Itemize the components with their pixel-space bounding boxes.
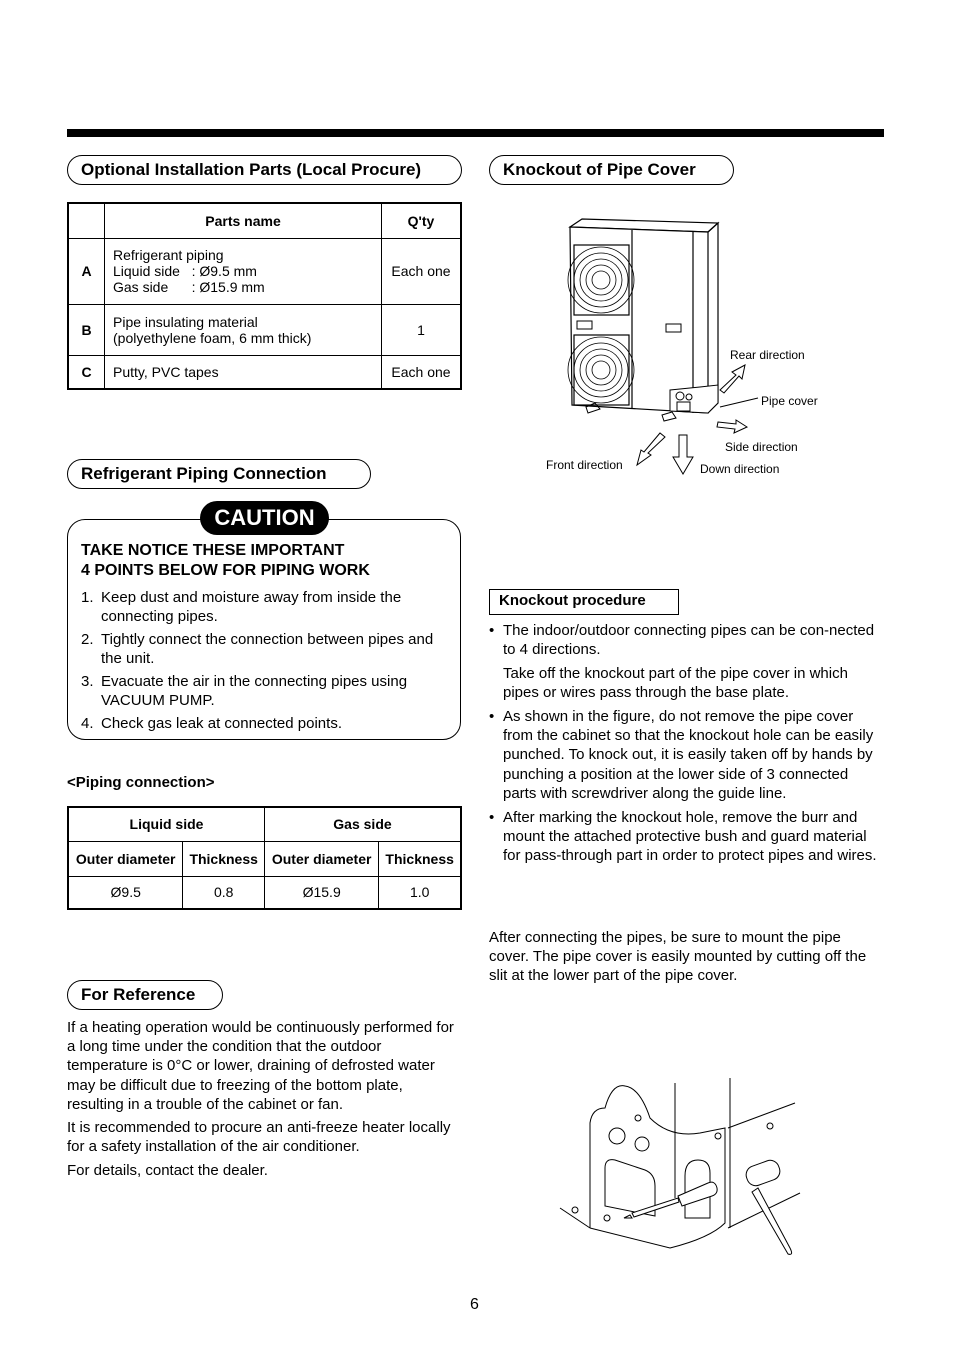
table-header-row: Parts name Q'ty [67, 202, 462, 239]
reference-paragraph: If a heating operation would be continuo… [67, 1019, 454, 1113]
header-qty: Q'ty [381, 202, 462, 239]
header-parts-name: Parts name [104, 202, 382, 239]
row-name: Putty, PVC tapes [104, 354, 382, 390]
optional-parts-heading: Optional Installation Parts (Local Procu… [67, 155, 462, 185]
piping-connection-heading: <Piping connection> [67, 774, 215, 791]
value-cell: 1.0 [378, 875, 462, 910]
table-row: Ø9.5 0.8 Ø15.9 1.0 [67, 875, 462, 910]
group-header-liquid: Liquid side [67, 806, 265, 842]
knockout-procedure-heading: Knockout procedure [489, 589, 679, 615]
after-connection-note: After connecting the pipes, be sure to m… [489, 929, 867, 985]
rear-direction-arrow [719, 364, 746, 394]
bullet-paragraph: As shown in the figure, do not remove th… [503, 707, 874, 803]
group-header-row: Liquid side Gas side [67, 806, 462, 842]
list-item: • As shown in the figure, do not remove … [489, 707, 884, 804]
row-qty: Each one [381, 354, 462, 390]
row-label: A [67, 237, 105, 305]
step-text: Tightly connect the connection between p… [101, 631, 434, 667]
piping-connection-table: Liquid side Gas side Outer diameter Thic… [67, 806, 462, 910]
name-line: Liquid side : Ø9.5 mm [113, 263, 257, 279]
knockout-procedure-list: • The indoor/outdoor connecting pipes ca… [489, 621, 884, 870]
value-cell: 0.8 [182, 875, 265, 910]
caution-heading-line: 4 POINTS BELOW FOR PIPING WORK [81, 562, 370, 579]
name-line: Refrigerant piping [113, 247, 224, 263]
front-direction-arrow [636, 432, 666, 467]
step-number: 2. [81, 631, 94, 648]
bullet-paragraph: Take off the knockout part of the pipe c… [503, 664, 848, 702]
hammer-icon [745, 1159, 793, 1255]
step-number: 3. [81, 673, 94, 690]
caution-badge: CAUTION [200, 501, 329, 535]
label-side-direction: Side direction [725, 440, 798, 454]
name-line: Gas side : Ø15.9 mm [113, 279, 265, 295]
row-qty: Each one [381, 237, 462, 305]
knockout-illustration [559, 1078, 801, 1255]
row-label: C [67, 354, 105, 390]
step-text: Check gas leak at connected points. [101, 715, 342, 732]
caution-step: 4. Check gas leak at connected points. [81, 714, 451, 733]
reference-paragraph: It is recommended to procure an anti-fre… [67, 1119, 451, 1156]
caution-step: 1. Keep dust and moisture away from insid… [81, 588, 451, 626]
screwdriver-icon [623, 1181, 718, 1219]
caution-step: 3. Evacuate the air in the connecting pip… [81, 672, 451, 710]
name-line: (polyethylene foam, 6 mm thick) [113, 329, 312, 346]
knockout-heading: Knockout of Pipe Cover [489, 155, 734, 185]
row-name: Pipe insulating material (polyethylene f… [104, 303, 382, 356]
header-rule [67, 129, 884, 137]
bullet-icon: • [489, 622, 495, 639]
label-front-direction: Front direction [546, 458, 623, 472]
optional-parts-table: Parts name Q'ty A Refrigerant piping Liq… [67, 202, 462, 390]
step-text: Keep dust and moisture away from inside … [101, 589, 402, 625]
sub-header: Thickness [378, 840, 462, 877]
step-number: 4. [81, 715, 94, 732]
table-row: C Putty, PVC tapes Each one [67, 354, 462, 390]
name-line: Putty, PVC tapes [113, 363, 219, 380]
group-header-gas: Gas side [263, 806, 462, 842]
label-pipe-cover: Pipe cover [761, 394, 818, 408]
caution-steps: 1. Keep dust and moisture away from insid… [81, 588, 451, 737]
caution-heading-line: TAKE NOTICE THESE IMPORTANT [81, 542, 345, 559]
sub-header-row: Outer diameter Thickness Outer diameter … [67, 840, 462, 877]
page-number: 6 [470, 1296, 479, 1313]
caution-step: 2. Tightly connect the connection between… [81, 630, 451, 668]
for-reference-heading: For Reference [67, 980, 223, 1010]
sub-header: Outer diameter [263, 840, 380, 877]
list-item: • The indoor/outdoor connecting pipes ca… [489, 621, 884, 703]
label-down-direction: Down direction [700, 462, 780, 476]
row-name: Refrigerant piping Liquid side : Ø9.5 mm… [104, 237, 382, 305]
pipe-cover-pointer [719, 397, 759, 408]
refrigerant-piping-heading: Refrigerant Piping Connection [67, 459, 371, 489]
sub-header: Outer diameter [67, 840, 184, 877]
step-number: 1. [81, 589, 94, 606]
bullet-paragraph: The indoor/outdoor connecting pipes can … [503, 622, 875, 659]
header-label-cell [67, 202, 105, 239]
bullet-icon: • [489, 707, 495, 725]
name-line: Pipe insulating material [113, 313, 258, 330]
table-row: B Pipe insulating material (polyethylene… [67, 303, 462, 356]
list-item: • After marking the knockout hole, remov… [489, 808, 884, 866]
step-text: Evacuate the air in the connecting pipes… [101, 673, 408, 709]
caution-heading: TAKE NOTICE THESE IMPORTANT 4 POINTS BEL… [81, 541, 451, 581]
side-direction-arrow [716, 419, 749, 434]
row-label: B [67, 303, 105, 356]
bullet-icon: • [489, 808, 495, 826]
reference-paragraph: For details, contact the dealer. [67, 1162, 268, 1179]
label-rear-direction: Rear direction [730, 348, 805, 362]
row-qty: 1 [381, 303, 462, 356]
value-cell: Ø15.9 [263, 875, 380, 910]
sub-header: Thickness [182, 840, 265, 877]
down-direction-arrow [672, 434, 694, 475]
table-row: A Refrigerant piping Liquid side : Ø9.5 … [67, 237, 462, 305]
bullet-paragraph: After marking the knockout hole, remove … [503, 808, 877, 865]
value-cell: Ø9.5 [67, 875, 184, 910]
